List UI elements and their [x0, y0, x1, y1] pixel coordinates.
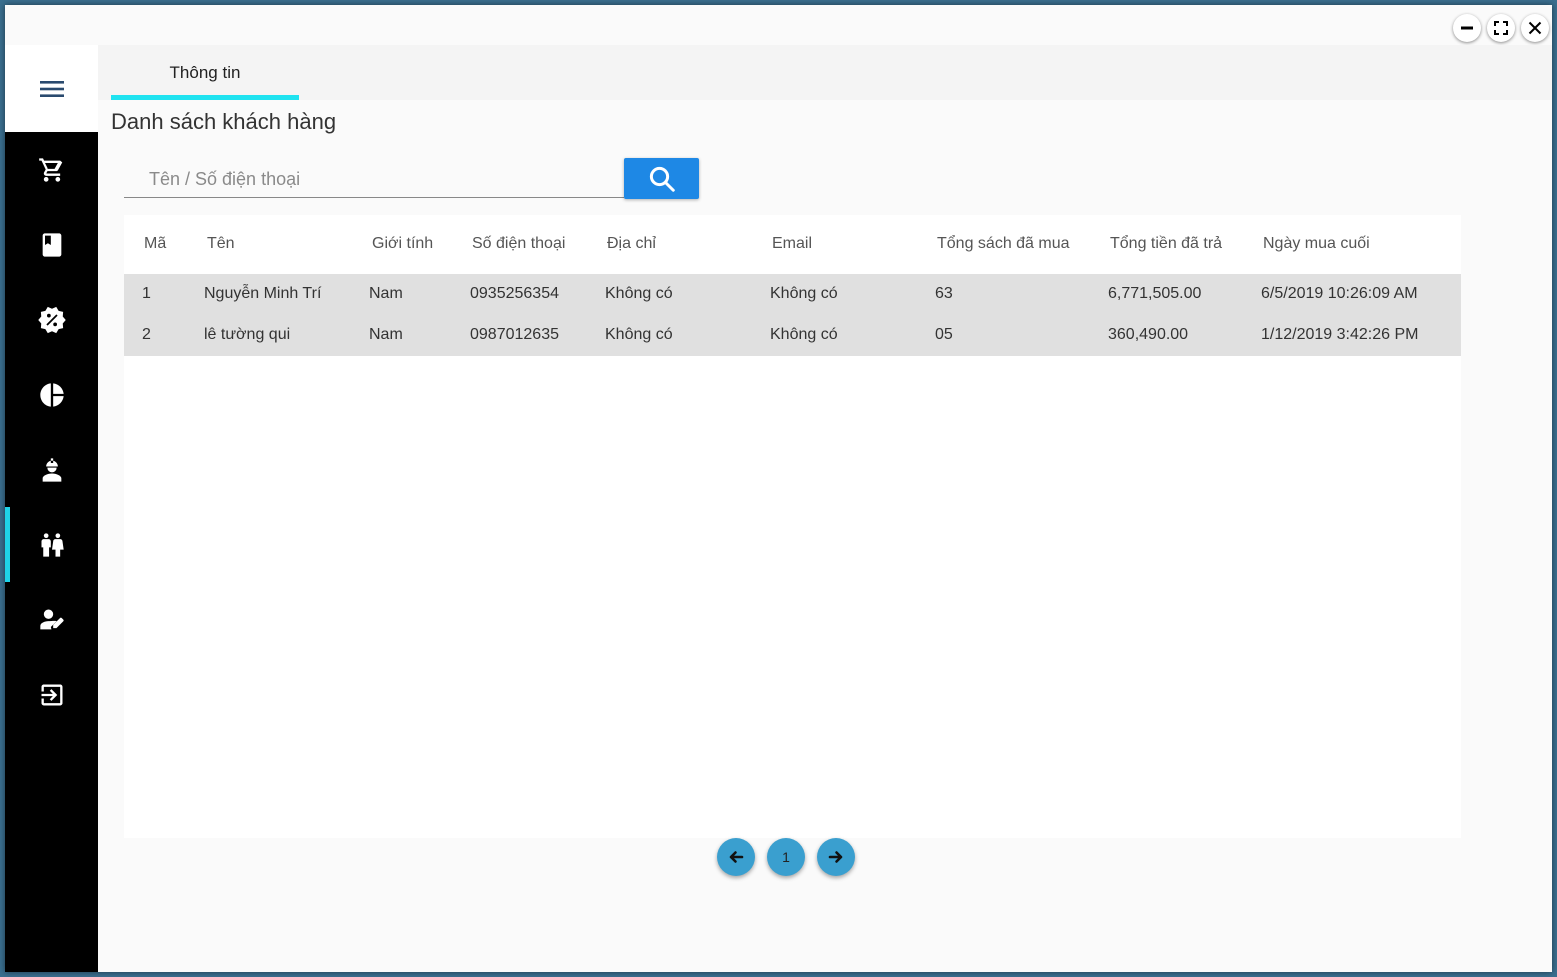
cell-ngay-mua-cuoi: 6/5/2019 10:26:09 AM	[1261, 285, 1418, 302]
sidebar-item-cart[interactable]	[5, 132, 98, 207]
column-header-ngay-mua-cuoi[interactable]: Ngày mua cuối	[1263, 235, 1370, 253]
search-button[interactable]	[624, 158, 699, 199]
column-header-ma[interactable]: Mã	[144, 235, 166, 253]
cell-gioi-tinh: Nam	[369, 326, 403, 343]
sidebar-item-report[interactable]	[5, 357, 98, 432]
column-header-tong-tien[interactable]: Tổng tiền đã trả	[1110, 235, 1222, 253]
cell-tong-sach: 63	[935, 285, 953, 302]
table-row[interactable]: 2 lê tường qui Nam 0987012635 Không có K…	[124, 315, 1461, 356]
table-header: Mã Tên Giới tính Số điện thoại Địa chỉ E…	[124, 215, 1461, 273]
page-title: Danh sách khách hàng	[111, 109, 337, 134]
discount-badge-icon	[37, 306, 66, 333]
worker-icon	[42, 457, 61, 482]
pagination: 1	[717, 838, 857, 878]
cell-dia-chi: Không có	[605, 285, 673, 302]
sidebar-item-books[interactable]	[5, 207, 98, 282]
sidebar-item-customers[interactable]	[5, 507, 98, 582]
close-icon	[1528, 21, 1542, 35]
column-header-dia-chi[interactable]: Địa chỉ	[607, 235, 656, 253]
pie-chart-icon	[39, 382, 64, 407]
people-icon	[41, 532, 64, 557]
app-window: Thông tin Danh sách khách hàng Mã Tên Gi…	[5, 5, 1552, 972]
cell-email: Không có	[770, 326, 838, 343]
cell-tong-sach: 05	[935, 326, 953, 343]
shopping-cart-icon	[38, 157, 62, 182]
maximize-button[interactable]	[1487, 14, 1515, 42]
column-header-tong-sach[interactable]: Tổng sách đã mua	[937, 235, 1070, 253]
user-edit-icon	[39, 609, 64, 629]
cell-so-dien-thoai: 0987012635	[470, 326, 559, 343]
search-icon	[649, 166, 675, 192]
book-icon	[42, 232, 61, 257]
cell-dia-chi: Không có	[605, 326, 673, 343]
tab-thong-tin[interactable]: Thông tin	[111, 45, 299, 100]
title-bar	[5, 5, 1552, 45]
cell-ma: 1	[142, 285, 151, 302]
menu-toggle-button[interactable]	[5, 45, 98, 132]
cell-ten: Nguyễn Minh Trí	[204, 285, 322, 302]
column-header-so-dien-thoai[interactable]: Số điện thoại	[472, 235, 565, 253]
column-header-gioi-tinh[interactable]: Giới tính	[372, 235, 433, 253]
cell-tong-tien: 360,490.00	[1108, 326, 1189, 343]
column-header-ten[interactable]: Tên	[207, 235, 235, 253]
window-controls	[1453, 14, 1549, 42]
cell-email: Không có	[770, 285, 838, 302]
page-number-button[interactable]: 1	[767, 838, 805, 876]
sidebar-item-discount[interactable]	[5, 282, 98, 357]
cell-gioi-tinh: Nam	[369, 285, 403, 302]
cell-ngay-mua-cuoi: 1/12/2019 3:42:26 PM	[1261, 326, 1419, 343]
logout-icon	[41, 684, 62, 705]
cell-tong-tien: 6,771,505.00	[1108, 285, 1202, 302]
customer-table: Mã Tên Giới tính Số điện thoại Địa chỉ E…	[124, 215, 1461, 838]
cell-ten: lê tường qui	[204, 326, 291, 343]
active-tab-indicator	[111, 95, 299, 100]
maximize-icon	[1494, 21, 1508, 35]
sidebar-item-account[interactable]	[5, 582, 98, 657]
column-header-email[interactable]: Email	[772, 235, 812, 253]
prev-page-button[interactable]	[717, 838, 755, 876]
main-content: Thông tin Danh sách khách hàng Mã Tên Gi…	[98, 45, 1552, 972]
next-page-button[interactable]	[817, 838, 855, 876]
sidebar	[5, 45, 98, 972]
tab-bar: Thông tin	[98, 45, 1552, 100]
sidebar-item-employee[interactable]	[5, 432, 98, 507]
sidebar-item-logout[interactable]	[5, 657, 98, 732]
arrow-left-icon	[729, 851, 744, 863]
cell-ma: 2	[142, 326, 151, 343]
menu-icon	[39, 80, 64, 97]
cell-so-dien-thoai: 0935256354	[470, 285, 559, 302]
search-input[interactable]	[124, 162, 624, 198]
minimize-button[interactable]	[1453, 14, 1481, 42]
minimize-icon	[1461, 26, 1473, 30]
arrow-right-icon	[828, 851, 843, 863]
close-button[interactable]	[1521, 14, 1549, 42]
table-row[interactable]: 1 Nguyễn Minh Trí Nam 0935256354 Không c…	[124, 274, 1461, 315]
